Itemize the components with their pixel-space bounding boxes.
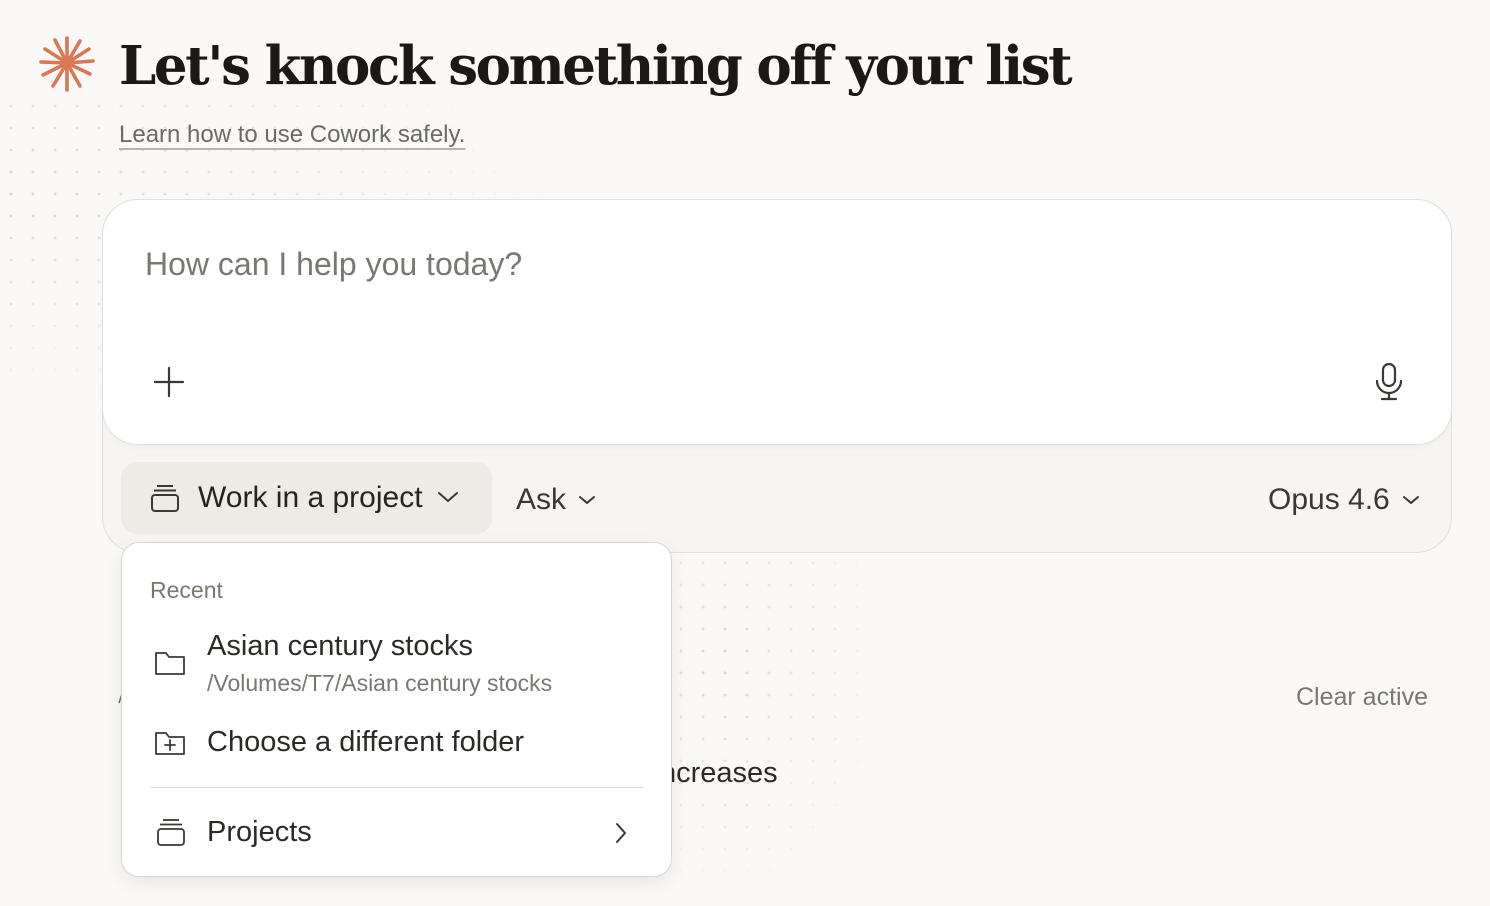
project-stack-icon — [157, 819, 185, 846]
recent-folder-name: Asian century stocks — [207, 630, 473, 662]
folder-icon — [155, 652, 185, 675]
model-selector[interactable]: Opus 4.6 — [1268, 480, 1420, 520]
project-dropdown-menu: Recent Asian century stocks /Volumes/T7/… — [121, 542, 672, 877]
clear-active-button[interactable]: Clear active — [1296, 683, 1428, 712]
page-title: Let's knock something off your list — [119, 35, 1073, 97]
recent-folder-item[interactable]: Asian century stocks /Volumes/T7/Asian c… — [122, 625, 673, 705]
prompt-input[interactable] — [145, 246, 1345, 283]
composer-input-card — [102, 199, 1452, 445]
page-header: Let's knock something off your list — [36, 32, 1073, 97]
obscured-suggestion-text: ncreases — [660, 757, 778, 789]
mode-selector-label: Ask — [516, 483, 567, 516]
cowork-home: Let's knock something off your list Lear… — [0, 0, 1490, 906]
work-in-project-button[interactable]: Work in a project — [121, 462, 492, 534]
project-stack-icon — [151, 485, 179, 512]
mode-selector[interactable]: Ask — [516, 480, 596, 520]
microphone-icon[interactable] — [1371, 361, 1407, 403]
projects-label: Projects — [207, 816, 312, 848]
chevron-right-icon — [616, 823, 626, 843]
safety-guide-link[interactable]: Learn how to use Cowork safely. — [119, 121, 465, 149]
plus-icon[interactable] — [150, 363, 188, 401]
choose-folder-item[interactable]: Choose a different folder — [122, 723, 673, 771]
projects-submenu-item[interactable]: Projects — [122, 811, 673, 859]
recent-section-heading: Recent — [150, 577, 223, 603]
recent-folder-path: /Volumes/T7/Asian century stocks — [207, 670, 553, 696]
menu-divider — [150, 787, 644, 788]
asterisk-burst-icon — [39, 36, 95, 92]
choose-folder-label: Choose a different folder — [207, 726, 525, 758]
chevron-down-icon — [438, 492, 458, 502]
folder-plus-icon — [155, 732, 185, 755]
chevron-down-icon — [579, 496, 596, 504]
model-selector-label: Opus 4.6 — [1268, 483, 1390, 516]
chevron-down-icon — [1402, 496, 1419, 504]
project-button-label: Work in a project — [198, 481, 423, 514]
